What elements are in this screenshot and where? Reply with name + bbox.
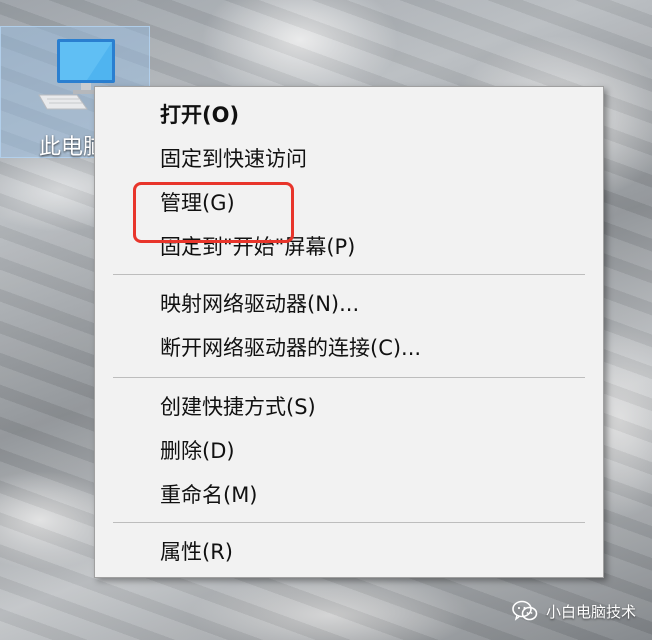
menu-item-open[interactable]: 打开(O) <box>95 93 603 137</box>
context-menu: 打开(O) 固定到快速访问 管理(G) 固定到"开始"屏幕(P) 映射网络驱动器… <box>94 86 604 578</box>
menu-item-map-network-drive[interactable]: 映射网络驱动器(N)... <box>95 282 603 326</box>
menu-separator <box>113 377 585 378</box>
wechat-icon <box>512 600 538 621</box>
desktop: 此电脑 打开(O) 固定到快速访问 管理(G) 固定到"开始"屏幕(P) 映射网… <box>0 0 652 640</box>
menu-item-disconnect-network-drive[interactable]: 断开网络驱动器的连接(C)... <box>95 326 603 370</box>
manage-highlight-annotation <box>133 182 294 243</box>
menu-separator <box>113 274 585 275</box>
menu-separator <box>113 522 585 523</box>
menu-item-delete[interactable]: 删除(D) <box>95 429 603 473</box>
watermark: 小白电脑技术 <box>512 600 636 622</box>
menu-item-pin-quick-access[interactable]: 固定到快速访问 <box>95 137 603 181</box>
watermark-text: 小白电脑技术 <box>545 602 636 621</box>
menu-item-properties[interactable]: 属性(R) <box>95 530 603 574</box>
menu-item-create-shortcut[interactable]: 创建快捷方式(S) <box>95 385 603 429</box>
menu-item-rename[interactable]: 重命名(M) <box>95 473 603 517</box>
